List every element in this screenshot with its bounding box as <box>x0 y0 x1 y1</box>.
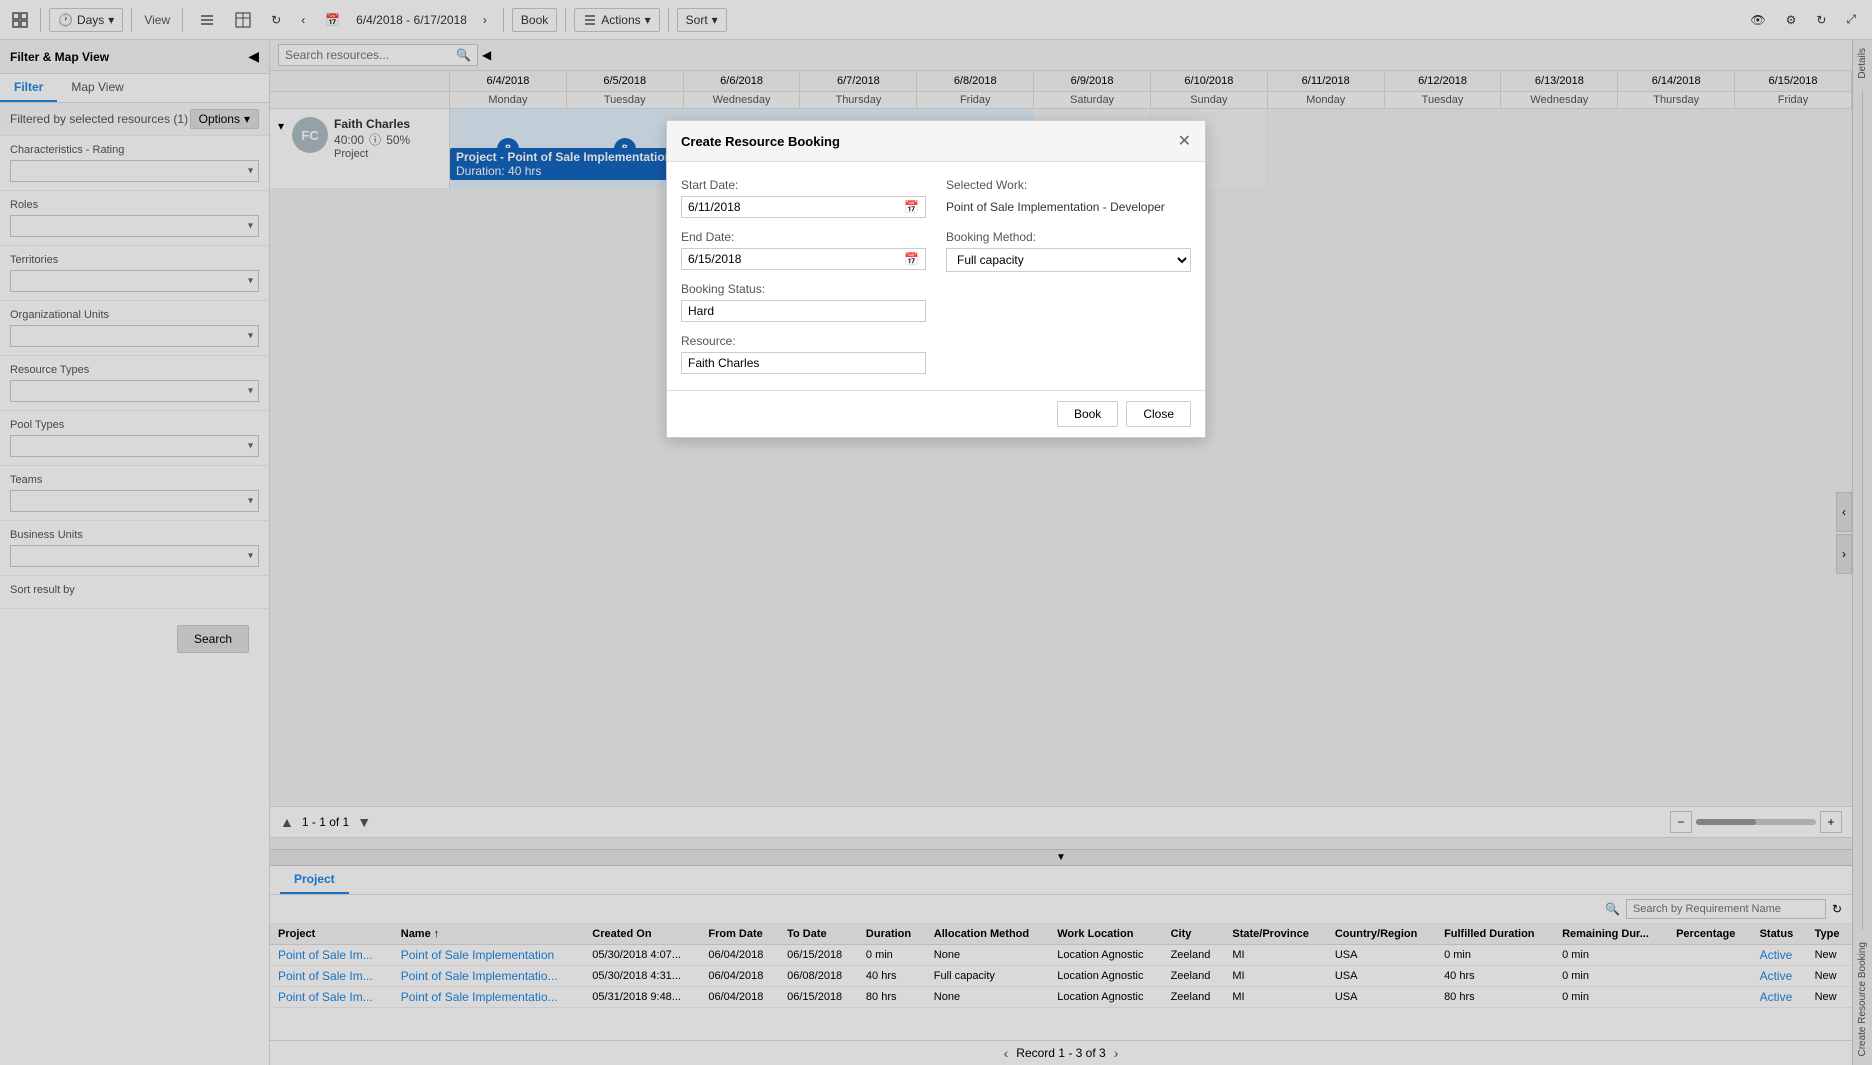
resource-input[interactable] <box>681 352 926 374</box>
dialog-header: Create Resource Booking ✕ <box>667 121 1205 162</box>
booking-method-select[interactable]: Full capacity Remaining capacity Percent… <box>946 248 1191 272</box>
end-date-calendar-icon[interactable]: 📅 <box>904 252 919 266</box>
dialog-body: Start Date: 📅 End Date: 📅 Booking Status… <box>667 162 1205 390</box>
booking-status-label: Booking Status: <box>681 282 926 296</box>
end-date-field: End Date: 📅 <box>681 230 926 270</box>
dialog-overlay: Create Resource Booking ✕ Start Date: 📅 … <box>0 0 1872 1065</box>
start-date-input[interactable] <box>688 200 904 214</box>
start-date-label: Start Date: <box>681 178 926 192</box>
booking-status-input[interactable] <box>681 300 926 322</box>
start-date-input-wrap: 📅 <box>681 196 926 218</box>
close-button[interactable]: Close <box>1126 401 1191 427</box>
start-date-field: Start Date: 📅 <box>681 178 926 218</box>
selected-work-label: Selected Work: <box>946 178 1191 192</box>
end-date-input-wrap: 📅 <box>681 248 926 270</box>
resource-field: Resource: <box>681 334 926 374</box>
selected-work-field: Selected Work: Point of Sale Implementat… <box>946 178 1191 218</box>
dialog-close-btn[interactable]: ✕ <box>1178 131 1191 151</box>
dialog-footer: Book Close <box>667 390 1205 437</box>
booking-method-label: Booking Method: <box>946 230 1191 244</box>
booking-method-field: Booking Method: Full capacity Remaining … <box>946 230 1191 272</box>
book-button[interactable]: Book <box>1057 401 1118 427</box>
resource-label: Resource: <box>681 334 926 348</box>
end-date-label: End Date: <box>681 230 926 244</box>
dialog-title: Create Resource Booking <box>681 134 840 149</box>
dialog-left-col: Start Date: 📅 End Date: 📅 Booking Status… <box>681 178 926 374</box>
booking-status-field: Booking Status: <box>681 282 926 322</box>
end-date-input[interactable] <box>688 252 904 266</box>
create-booking-dialog: Create Resource Booking ✕ Start Date: 📅 … <box>666 120 1206 438</box>
selected-work-value: Point of Sale Implementation - Developer <box>946 196 1191 218</box>
start-date-calendar-icon[interactable]: 📅 <box>904 200 919 214</box>
dialog-right-col: Selected Work: Point of Sale Implementat… <box>946 178 1191 374</box>
